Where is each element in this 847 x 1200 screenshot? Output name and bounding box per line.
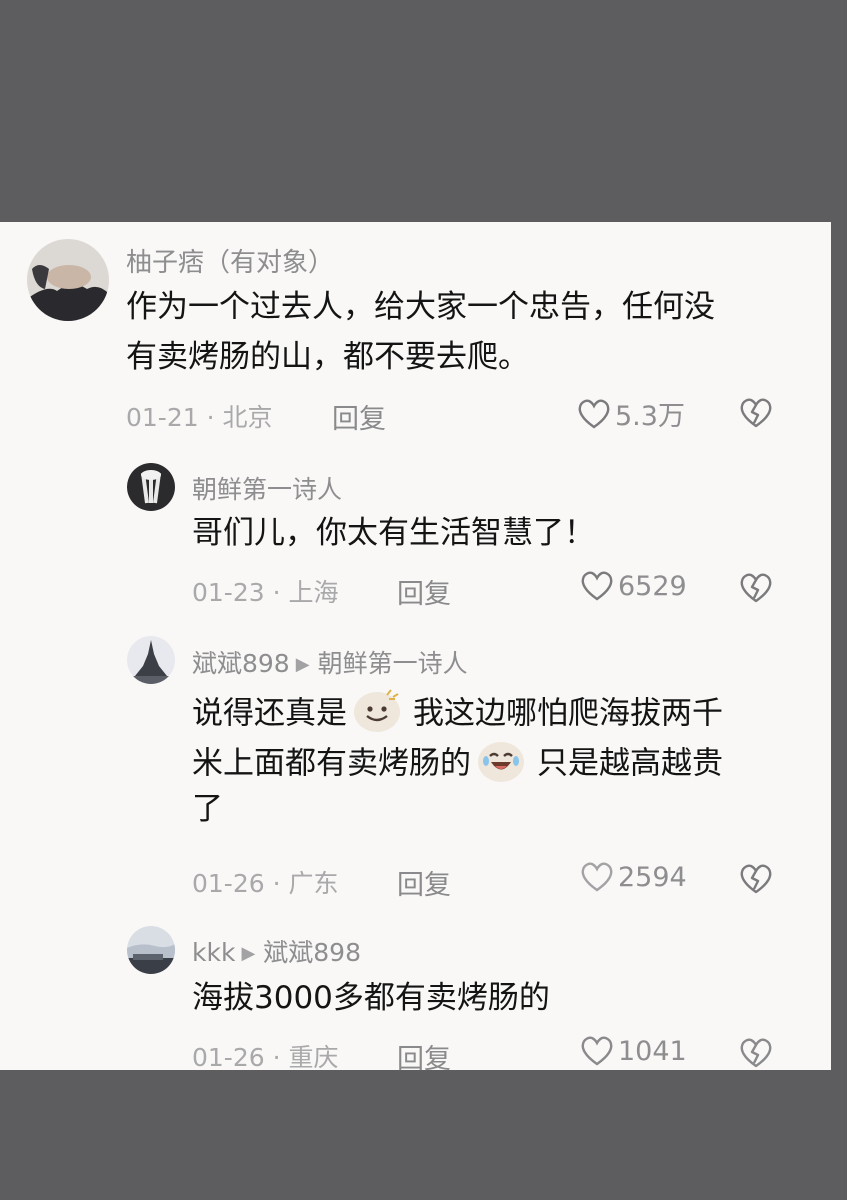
- like-button[interactable]: 1041: [580, 1035, 687, 1067]
- comment-meta: 01-26 · 广东: [192, 869, 339, 898]
- comment-user-name[interactable]: 柚子痞（有对象）: [126, 242, 334, 279]
- text-part: 只是越高越贵: [537, 745, 723, 782]
- text-part: 我这边哪怕爬海拔两千: [413, 695, 723, 732]
- dislike-button[interactable]: [739, 572, 773, 608]
- heart-outline-icon: [578, 399, 610, 428]
- comment-text-line: 哥们儿，你太有生活智慧了！: [192, 515, 595, 551]
- laugh-emoji-icon: [475, 737, 527, 783]
- avatar-chaoxian[interactable]: [127, 463, 175, 511]
- broken-heart-icon: [740, 1038, 772, 1068]
- heart-outline-icon: [581, 862, 613, 892]
- broken-heart-icon: [740, 864, 772, 894]
- comment-user-name[interactable]: 朝鲜第一诗人: [192, 470, 342, 506]
- like-button[interactable]: 2594: [580, 861, 687, 893]
- comment-user-name: 斌斌898 ▶ 朝鲜第一诗人: [192, 644, 468, 680]
- reply-arrow-icon: ▶: [295, 654, 310, 675]
- like-button[interactable]: 5.3万: [577, 394, 685, 433]
- comment-meta: 01-21 · 北京: [126, 403, 273, 432]
- avatar-yuzipi[interactable]: [27, 239, 109, 321]
- comment-panel: 柚子痞（有对象） 作为一个过去人，给大家一个忠告，任何没 有卖烤肠的山，都不要去…: [0, 222, 831, 1075]
- comment-meta: 01-23 · 上海: [192, 578, 339, 607]
- reply-target-user[interactable]: 朝鲜第一诗人: [318, 649, 468, 678]
- like-count: 2594: [618, 861, 687, 893]
- avatar-binbin[interactable]: [127, 636, 175, 684]
- comment-text-line: 了: [192, 791, 223, 827]
- like-count: 1041: [618, 1035, 687, 1067]
- dislike-button[interactable]: [739, 1037, 773, 1073]
- comment-text-line: 作为一个过去人，给大家一个忠告，任何没: [126, 289, 715, 325]
- heart-outline-icon: [581, 1036, 613, 1066]
- comment-text-line: 海拔3000多都有卖烤肠的: [192, 980, 550, 1016]
- broken-heart-icon: [740, 398, 772, 428]
- text-part: 米上面都有卖烤肠的: [192, 745, 471, 782]
- reply-button[interactable]: 回复: [397, 572, 451, 611]
- reply-button[interactable]: 回复: [332, 397, 386, 436]
- reply-button[interactable]: 回复: [397, 863, 451, 902]
- comment-user-name: kkk ▶ 斌斌898: [192, 933, 361, 969]
- reply-button[interactable]: 回复: [397, 1037, 451, 1076]
- reply-user[interactable]: 斌斌898: [192, 649, 290, 678]
- heart-outline-icon: [581, 571, 613, 601]
- comment-text-line: 有卖烤肠的山，都不要去爬。: [126, 339, 529, 375]
- reply-arrow-icon: ▶: [241, 943, 256, 964]
- avatar-kkk[interactable]: [127, 926, 175, 974]
- like-button[interactable]: 6529: [580, 570, 687, 602]
- broken-heart-icon: [740, 573, 772, 603]
- like-count: 6529: [618, 570, 687, 602]
- comment-text-line: 说得还真是 我这边哪怕爬海拔两千: [192, 689, 723, 738]
- text-part: 说得还真是: [192, 695, 347, 732]
- smile-emoji-icon: [351, 687, 403, 733]
- dislike-button[interactable]: [739, 397, 773, 433]
- dislike-button[interactable]: [739, 863, 773, 899]
- like-count: 5.3万: [615, 401, 685, 432]
- comment-meta: 01-26 · 重庆: [192, 1043, 339, 1072]
- reply-target-user[interactable]: 斌斌898: [263, 938, 361, 967]
- reply-user[interactable]: kkk: [192, 938, 235, 967]
- comment-text-line: 米上面都有卖烤肠的 只是越高越贵: [192, 742, 723, 788]
